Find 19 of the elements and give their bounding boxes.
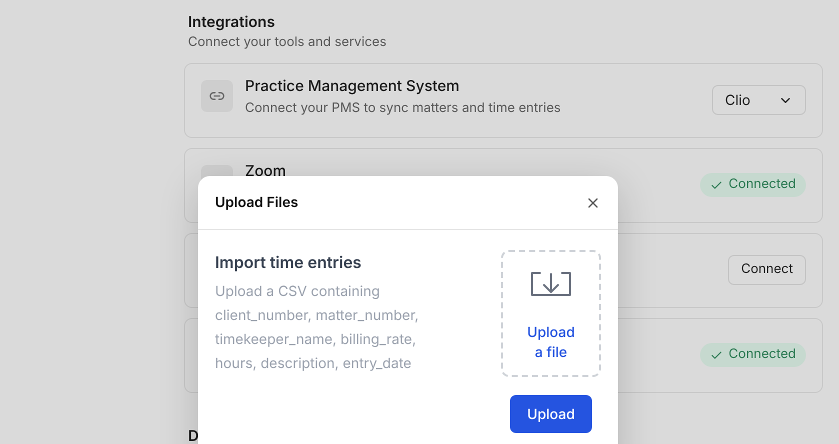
download-tray-icon [530, 272, 572, 296]
upload-button[interactable]: Upload [510, 395, 592, 433]
section-subtitle: Connect your tools and services [188, 33, 388, 52]
check-icon [710, 178, 723, 192]
file-dropzone[interactable]: Upload a file [501, 250, 601, 377]
check-icon [710, 348, 723, 362]
connect-button[interactable]: Connect [728, 255, 806, 285]
section-title: Integrations [188, 12, 276, 32]
section-title: D [187, 424, 200, 444]
pms-select[interactable]: Clio [712, 85, 806, 115]
import-heading: Import time entries [215, 251, 362, 274]
integration-icon [201, 80, 233, 112]
integration-title: Zoom [245, 160, 288, 180]
status-badge: Connected [700, 343, 806, 367]
import-description: Upload a CSV containing client_number, matter_number, timekeeper_name, billing_rate, hours, description, entry_date [215, 282, 420, 374]
integration-title: Practice Management System [245, 76, 460, 96]
dialog-title: Upload Files [215, 193, 298, 213]
integration-description: Connect your PMS to sync matters and time entries [245, 98, 562, 118]
status-badge: Connected [700, 173, 806, 197]
